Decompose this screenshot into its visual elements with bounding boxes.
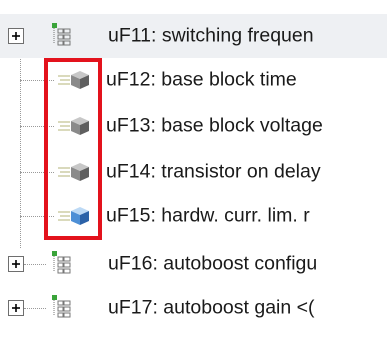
tree-item-label: uF12: base block time: [106, 68, 297, 91]
highlight-box: [44, 58, 102, 240]
tree-item-uf11[interactable]: uF11: switching frequen: [0, 14, 387, 58]
tree-item-label: uF13: base block voltage: [106, 114, 323, 137]
tree-item-label: uF15: hardw. curr. lim. r: [106, 204, 310, 227]
parameter-group-icon: [52, 295, 71, 318]
parameter-group-icon: [52, 251, 71, 274]
tree-item-label: uF16: autoboost configu: [108, 252, 318, 275]
tree-item-label: uF17: autoboost gain <(: [108, 296, 315, 319]
parameter-group-icon: [52, 23, 71, 46]
tree-item-uf16[interactable]: uF16: autoboost configu: [0, 242, 387, 286]
expand-plus-icon[interactable]: [8, 28, 24, 44]
tree-item-label: uF11: switching frequen: [108, 24, 314, 47]
tree-item-uf17[interactable]: uF17: autoboost gain <(: [0, 286, 387, 330]
expand-plus-icon[interactable]: [8, 300, 24, 316]
expand-plus-icon[interactable]: [8, 256, 24, 272]
tree-item-label: uF14: transistor on delay: [106, 160, 321, 183]
